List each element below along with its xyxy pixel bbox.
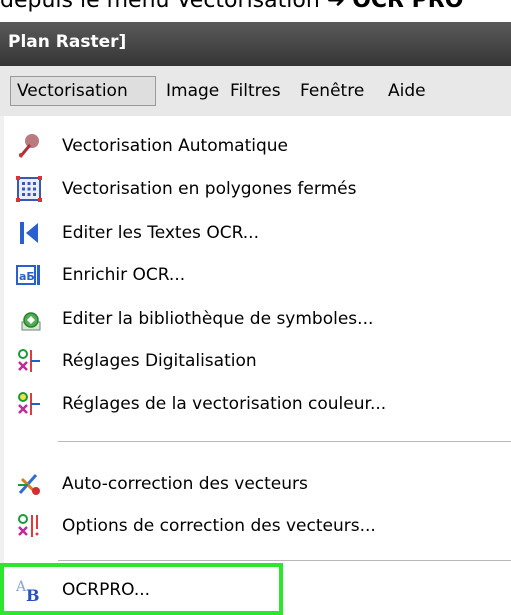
digitize-settings-icon: [18, 349, 40, 372]
correction-options-icon: [18, 514, 39, 537]
color-vectorize-settings-icon: [18, 392, 40, 415]
auto-correct-icon: [18, 474, 40, 495]
text-cursor-icon: [20, 222, 38, 244]
vectorisation-dropdown: Vectorisation Automatique Vectorisation …: [0, 116, 511, 615]
auto-vectorize-icon: [18, 134, 39, 158]
menu-item-polygones-fermes[interactable]: Vectorisation en polygones fermés: [0, 173, 511, 207]
item-label: Auto-correction des vecteurs: [62, 474, 308, 494]
menu-item-bibliotheque-symboles[interactable]: Editer la bibliothèque de symboles...: [0, 303, 511, 337]
item-label: Vectorisation Automatique: [62, 136, 288, 156]
menu-item-reglages-digitalisation[interactable]: Réglages Digitalisation: [0, 345, 511, 379]
menu-item-editer-textes-ocr[interactable]: Editer les Textes OCR...: [0, 217, 511, 251]
menu-separator: [58, 560, 511, 561]
menu-item-vectorisation-couleur[interactable]: Réglages de la vectorisation couleur...: [0, 388, 511, 422]
item-label: Réglages de la vectorisation couleur...: [62, 394, 387, 414]
menu-aide[interactable]: Aide: [382, 76, 432, 106]
svg-text:аБ: аБ: [19, 270, 35, 283]
caption-bold: OCR PRO: [352, 0, 464, 13]
item-label: Options de correction des vecteurs...: [62, 516, 376, 536]
menu-separator: [58, 441, 511, 442]
symbol-library-icon: [21, 312, 41, 331]
window-title: Plan Raster]: [8, 32, 127, 52]
menu-fenetre[interactable]: Fenêtre: [294, 76, 370, 106]
menu-image[interactable]: Image: [160, 76, 225, 106]
item-label: Editer la bibliothèque de symboles...: [62, 309, 374, 329]
caption-text: depuis le menu Vectorisation: [0, 0, 320, 13]
ocr-enrich-icon: аБ: [16, 265, 40, 285]
menu-item-options-correction[interactable]: Options de correction des vecteurs...: [0, 510, 511, 544]
caption: depuis le menu Vectorisation ➜ OCR PRO: [0, 0, 511, 22]
menu-vectorisation[interactable]: Vectorisation: [10, 76, 156, 106]
menu-item-auto-correction[interactable]: Auto-correction des vecteurs: [0, 468, 511, 502]
menu-bar: Vectorisation Image Filtres Fenêtre Aide: [0, 66, 511, 117]
window-titlebar: Plan Raster]: [0, 22, 511, 66]
item-label: Vectorisation en polygones fermés: [62, 179, 357, 199]
caption-arrow: ➜: [326, 0, 346, 13]
menu-filtres[interactable]: Filtres: [224, 76, 287, 106]
menu-item-vectorisation-auto[interactable]: Vectorisation Automatique: [0, 130, 511, 164]
item-label: Réglages Digitalisation: [62, 351, 257, 371]
item-label: Editer les Textes OCR...: [62, 223, 259, 243]
highlight-box: [0, 563, 283, 615]
item-label: Enrichir OCR...: [62, 265, 186, 285]
menu-item-enrichir-ocr[interactable]: аБ Enrichir OCR...: [0, 259, 511, 293]
polygon-grid-icon: [16, 176, 42, 202]
